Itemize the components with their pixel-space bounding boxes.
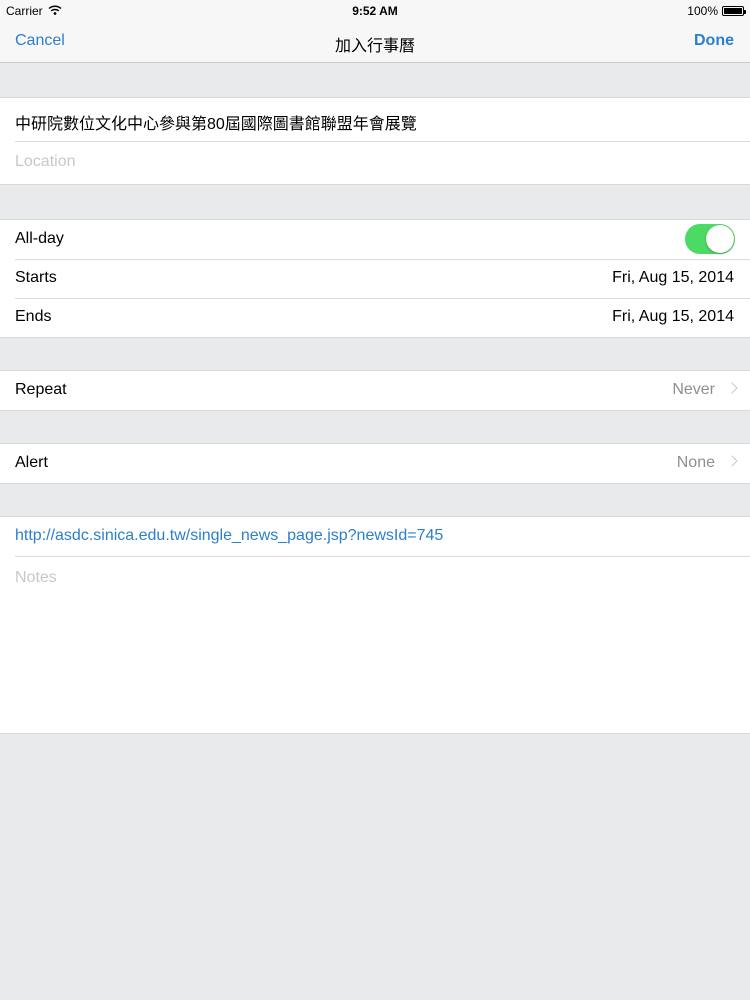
location-field[interactable]: Location (0, 141, 750, 184)
all-day-row: All-day (0, 220, 750, 259)
battery-icon (722, 6, 746, 16)
battery-indicator: 100% (687, 4, 746, 18)
starts-label: Starts (15, 269, 57, 286)
page-title: 加入行事曆 (334, 38, 415, 55)
chevron-right-icon (726, 455, 738, 467)
top-bar: Carrier 9:52 AM 100% Cancel 加入行事曆 Done (0, 0, 750, 63)
navigation-bar: Cancel 加入行事曆 Done (0, 22, 750, 62)
all-day-label: All-day (15, 230, 64, 247)
title-location-group: 中研院數位文化中心參與第80屆國際圖書館聯盟年會展覽 Location (0, 97, 750, 185)
alert-group: Alert None (0, 443, 750, 484)
url-notes-group: http://asdc.sinica.edu.tw/single_news_pa… (0, 516, 750, 734)
repeat-group: Repeat Never (0, 370, 750, 411)
ends-label: Ends (15, 308, 52, 325)
toggle-knob (706, 225, 734, 253)
repeat-label: Repeat (15, 381, 67, 398)
ends-row[interactable]: Ends Fri, Aug 15, 2014 (0, 298, 750, 337)
ends-value: Fri, Aug 15, 2014 (612, 308, 734, 325)
starts-row[interactable]: Starts Fri, Aug 15, 2014 (0, 259, 750, 298)
alert-value: None (676, 454, 715, 471)
notes-placeholder: Notes (15, 569, 57, 586)
url-field[interactable]: http://asdc.sinica.edu.tw/single_news_pa… (0, 517, 750, 556)
all-day-toggle[interactable] (685, 224, 735, 254)
url-link[interactable]: http://asdc.sinica.edu.tw/single_news_pa… (15, 527, 443, 545)
event-title-field[interactable]: 中研院數位文化中心參與第80屆國際圖書館聯盟年會展覽 (0, 98, 750, 141)
notes-field[interactable]: Notes (0, 556, 750, 733)
battery-percent: 100% (687, 4, 718, 18)
cancel-button[interactable]: Cancel (15, 32, 65, 50)
status-bar: Carrier 9:52 AM 100% (0, 0, 750, 22)
alert-row[interactable]: Alert None (0, 444, 750, 483)
repeat-value: Never (672, 381, 715, 398)
repeat-row[interactable]: Repeat Never (0, 371, 750, 410)
event-title-text: 中研院數位文化中心參與第80屆國際圖書館聯盟年會展覽 (15, 116, 417, 133)
chevron-right-icon (726, 382, 738, 394)
alert-label: Alert (15, 454, 48, 471)
location-placeholder: Location (15, 153, 76, 170)
dates-group: All-day Starts Fri, Aug 15, 2014 Ends Fr… (0, 219, 750, 338)
status-time: 9:52 AM (352, 4, 398, 18)
starts-value: Fri, Aug 15, 2014 (612, 269, 734, 286)
done-button[interactable]: Done (694, 32, 734, 50)
